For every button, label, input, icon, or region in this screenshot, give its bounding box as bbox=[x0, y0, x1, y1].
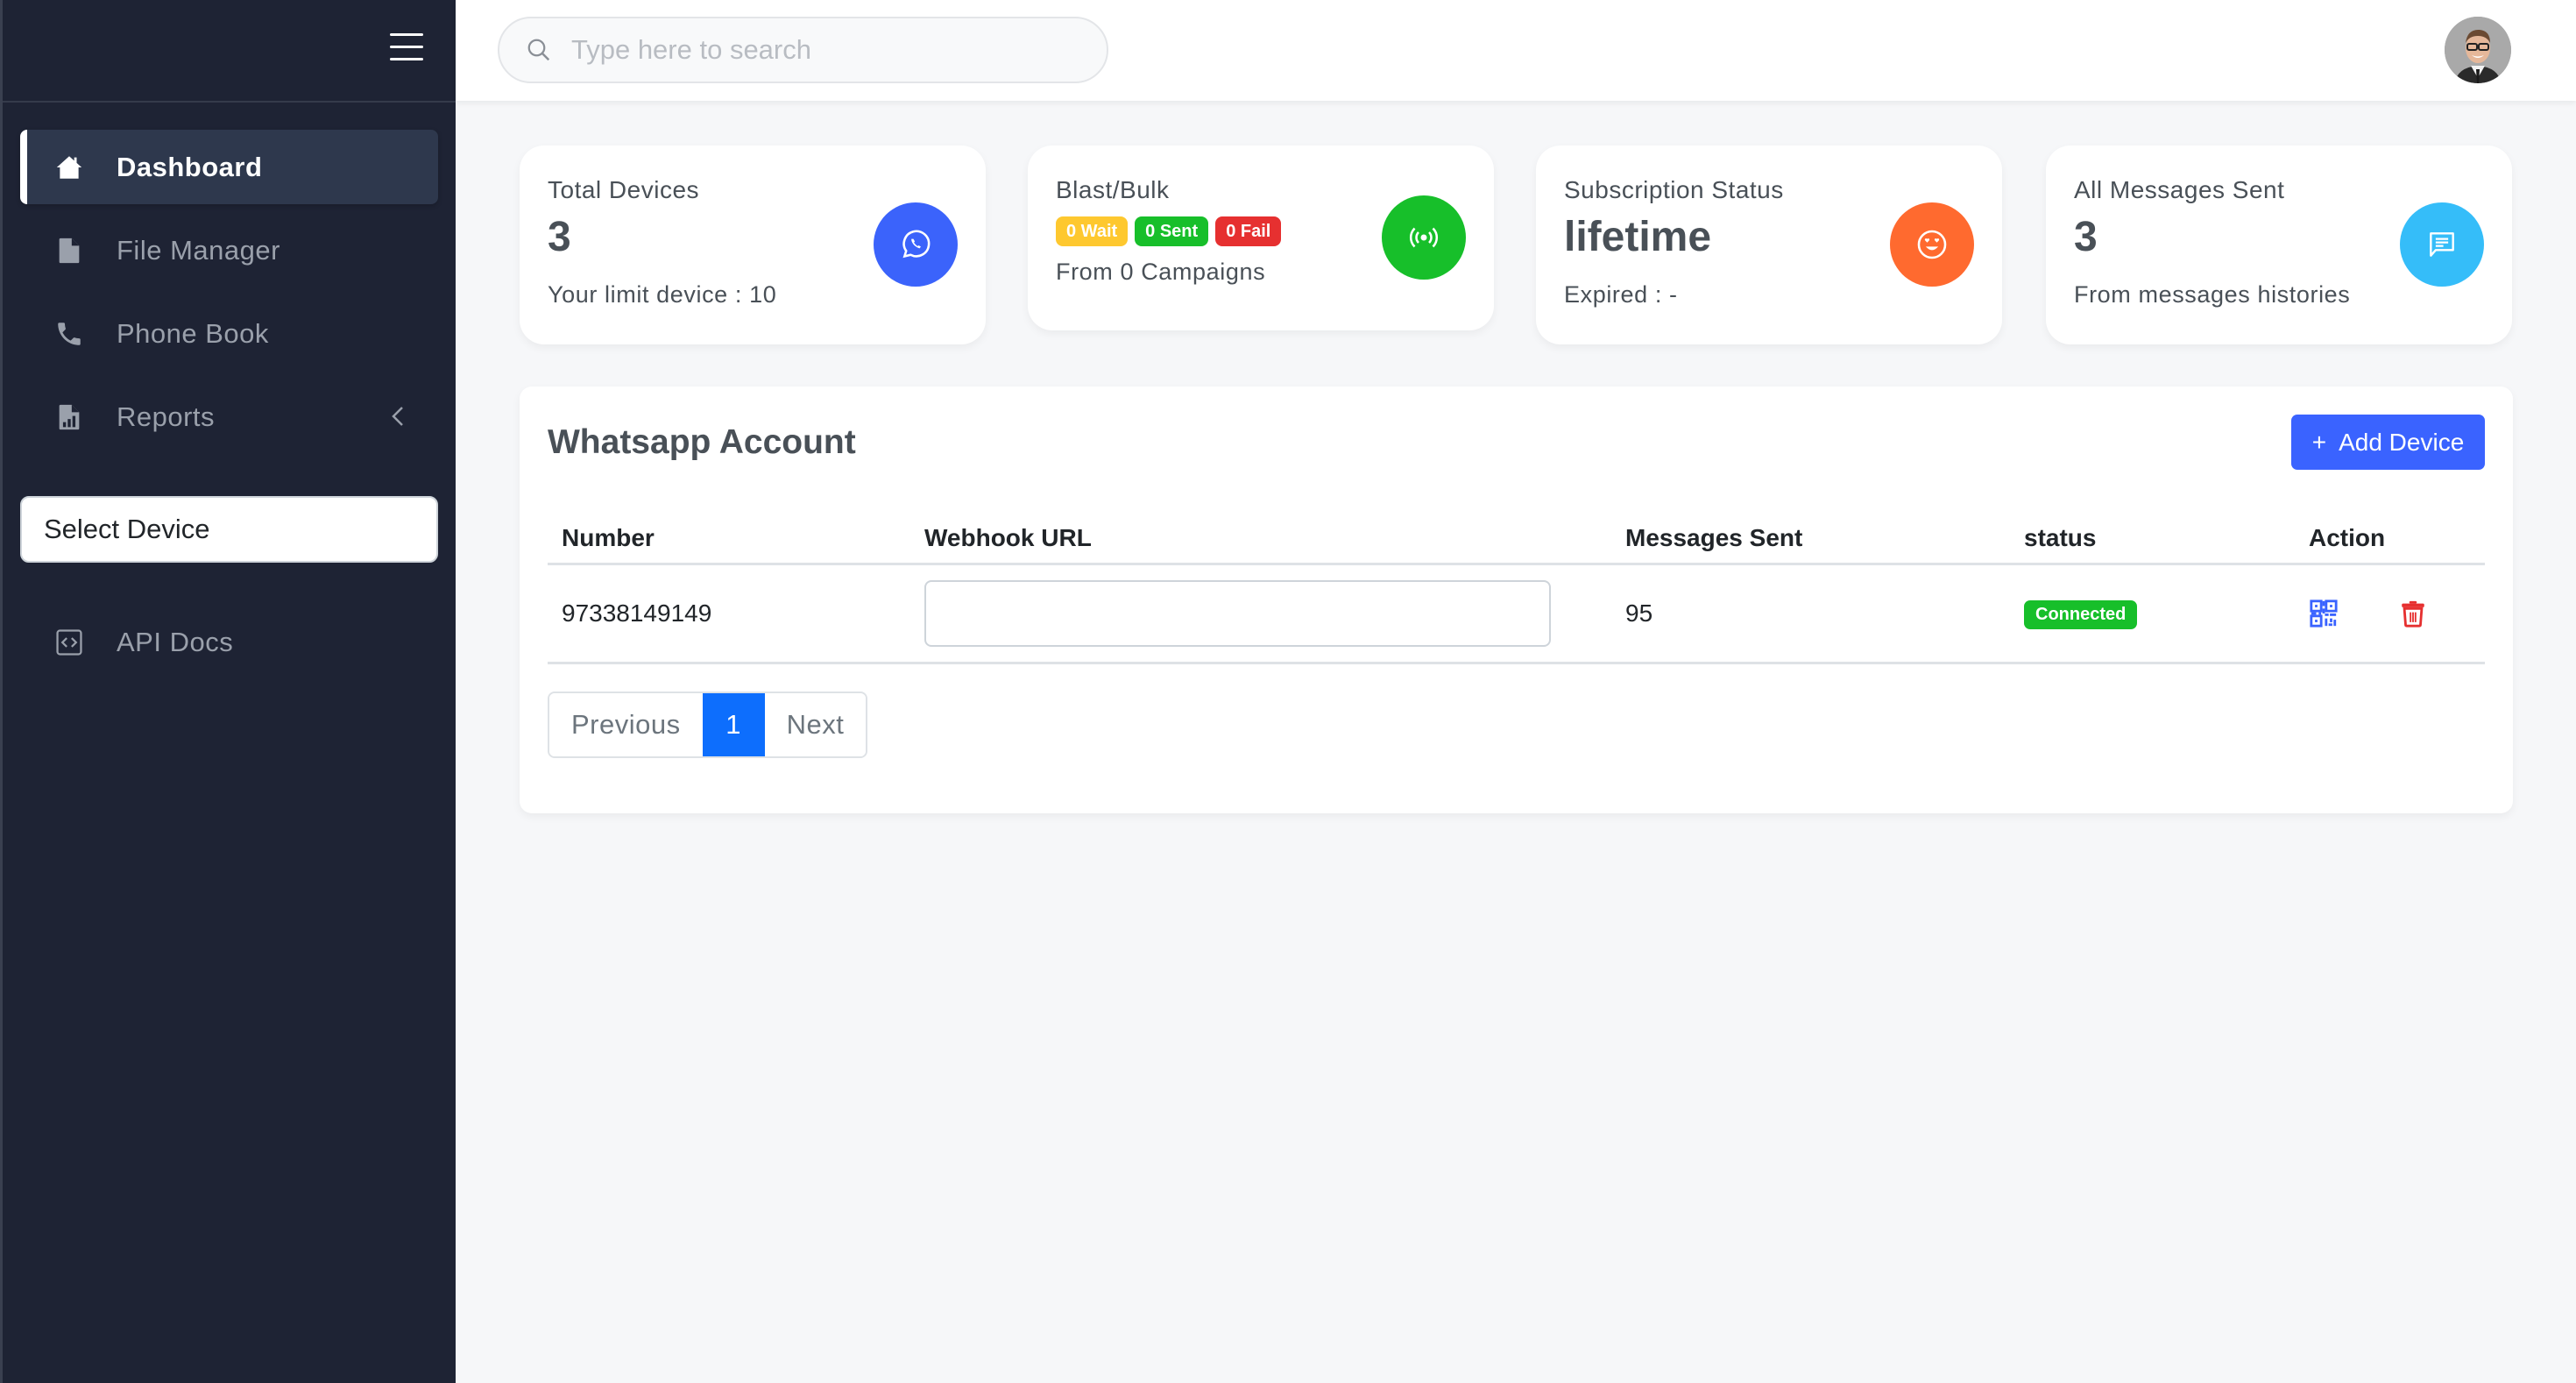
trash-icon[interactable] bbox=[2398, 599, 2428, 628]
stat-card-messages-sent: All Messages Sent 3 From messages histor… bbox=[2046, 145, 2512, 344]
add-device-label: Add Device bbox=[2339, 428, 2465, 456]
pagination: Previous 1 Next bbox=[548, 692, 868, 758]
sent-badge: 0 Sent bbox=[1135, 216, 1209, 246]
stat-title: Subscription Status bbox=[1564, 176, 1784, 203]
table-row: 97338149149 95 Connected bbox=[548, 564, 2485, 664]
sidebar-item-api-docs[interactable]: API Docs bbox=[20, 605, 438, 679]
cell-webhook-url bbox=[910, 564, 1611, 664]
search-input[interactable] bbox=[571, 34, 1062, 66]
whatsapp-account-card: Whatsapp Account + Add Device Number Web… bbox=[520, 387, 2513, 813]
sidebar-item-label: API Docs bbox=[117, 626, 234, 657]
top-header bbox=[456, 0, 2576, 101]
broadcast-icon bbox=[1382, 195, 1466, 280]
sidebar-nav: Dashboard File Manager Phone Book Report… bbox=[20, 130, 438, 463]
select-device-dropdown[interactable]: Select Device bbox=[20, 496, 438, 563]
qr-code-icon[interactable] bbox=[2309, 599, 2339, 628]
stat-card-blast-bulk: Blast/Bulk 0 Wait 0 Sent 0 Fail From 0 C… bbox=[1028, 145, 1494, 330]
column-header-webhook-url: Webhook URL bbox=[910, 514, 1611, 565]
smile-heart-eyes-icon bbox=[1890, 202, 1974, 287]
avatar[interactable] bbox=[2445, 17, 2511, 83]
sidebar-header bbox=[3, 0, 456, 103]
previous-page-button[interactable]: Previous bbox=[549, 693, 703, 756]
sidebar: Dashboard File Manager Phone Book Report… bbox=[0, 0, 456, 1383]
wait-badge: 0 Wait bbox=[1056, 216, 1129, 246]
code-icon bbox=[53, 627, 85, 658]
cell-messages-sent: 95 bbox=[1611, 564, 2010, 664]
column-header-action: Action bbox=[2295, 514, 2485, 565]
sidebar-item-label: Dashboard bbox=[117, 151, 263, 182]
column-header-status: status bbox=[2010, 514, 2295, 565]
table-header-row: Number Webhook URL Messages Sent status … bbox=[548, 514, 2485, 565]
column-header-number: Number bbox=[548, 514, 910, 565]
devices-table: Number Webhook URL Messages Sent status … bbox=[548, 514, 2485, 664]
stat-card-subscription: Subscription Status lifetime Expired : - bbox=[1536, 145, 2002, 344]
search-icon bbox=[527, 39, 550, 61]
message-icon bbox=[2400, 202, 2484, 287]
phone-icon bbox=[53, 318, 85, 350]
cell-status: Connected bbox=[2010, 564, 2295, 664]
sidebar-item-label: Reports bbox=[117, 401, 216, 432]
webhook-url-input[interactable] bbox=[924, 579, 1551, 647]
sidebar-item-reports[interactable]: Reports bbox=[20, 379, 438, 454]
search-bar[interactable] bbox=[498, 17, 1108, 83]
page-1-button[interactable]: 1 bbox=[702, 693, 765, 756]
file-icon bbox=[53, 235, 85, 266]
column-header-messages-sent: Messages Sent bbox=[1611, 514, 2010, 565]
stat-title: Total Devices bbox=[548, 176, 700, 203]
sidebar-item-label: File Manager bbox=[117, 234, 280, 266]
cell-action bbox=[2295, 564, 2485, 664]
chevron-left-icon bbox=[389, 404, 407, 429]
next-page-button[interactable]: Next bbox=[764, 693, 867, 756]
whatsapp-icon bbox=[874, 202, 958, 287]
select-device-label: Select Device bbox=[44, 514, 210, 544]
stat-card-total-devices: Total Devices 3 Your limit device : 10 bbox=[520, 145, 986, 344]
sidebar-item-label: Phone Book bbox=[117, 317, 269, 349]
hamburger-icon[interactable] bbox=[390, 33, 423, 61]
cell-number: 97338149149 bbox=[548, 564, 910, 664]
add-device-button[interactable]: + Add Device bbox=[2291, 415, 2485, 470]
fail-badge: 0 Fail bbox=[1215, 216, 1282, 246]
report-icon bbox=[53, 401, 85, 433]
status-badge: Connected bbox=[2024, 599, 2138, 629]
plus-icon: + bbox=[2311, 428, 2327, 456]
sidebar-item-file-manager[interactable]: File Manager bbox=[20, 213, 438, 287]
home-icon bbox=[53, 152, 85, 183]
section-title: Whatsapp Account bbox=[548, 423, 856, 461]
sidebar-item-phone-book[interactable]: Phone Book bbox=[20, 296, 438, 371]
sidebar-item-dashboard[interactable]: Dashboard bbox=[20, 130, 438, 204]
stat-title: All Messages Sent bbox=[2074, 176, 2285, 203]
user-avatar-icon bbox=[2445, 17, 2511, 83]
